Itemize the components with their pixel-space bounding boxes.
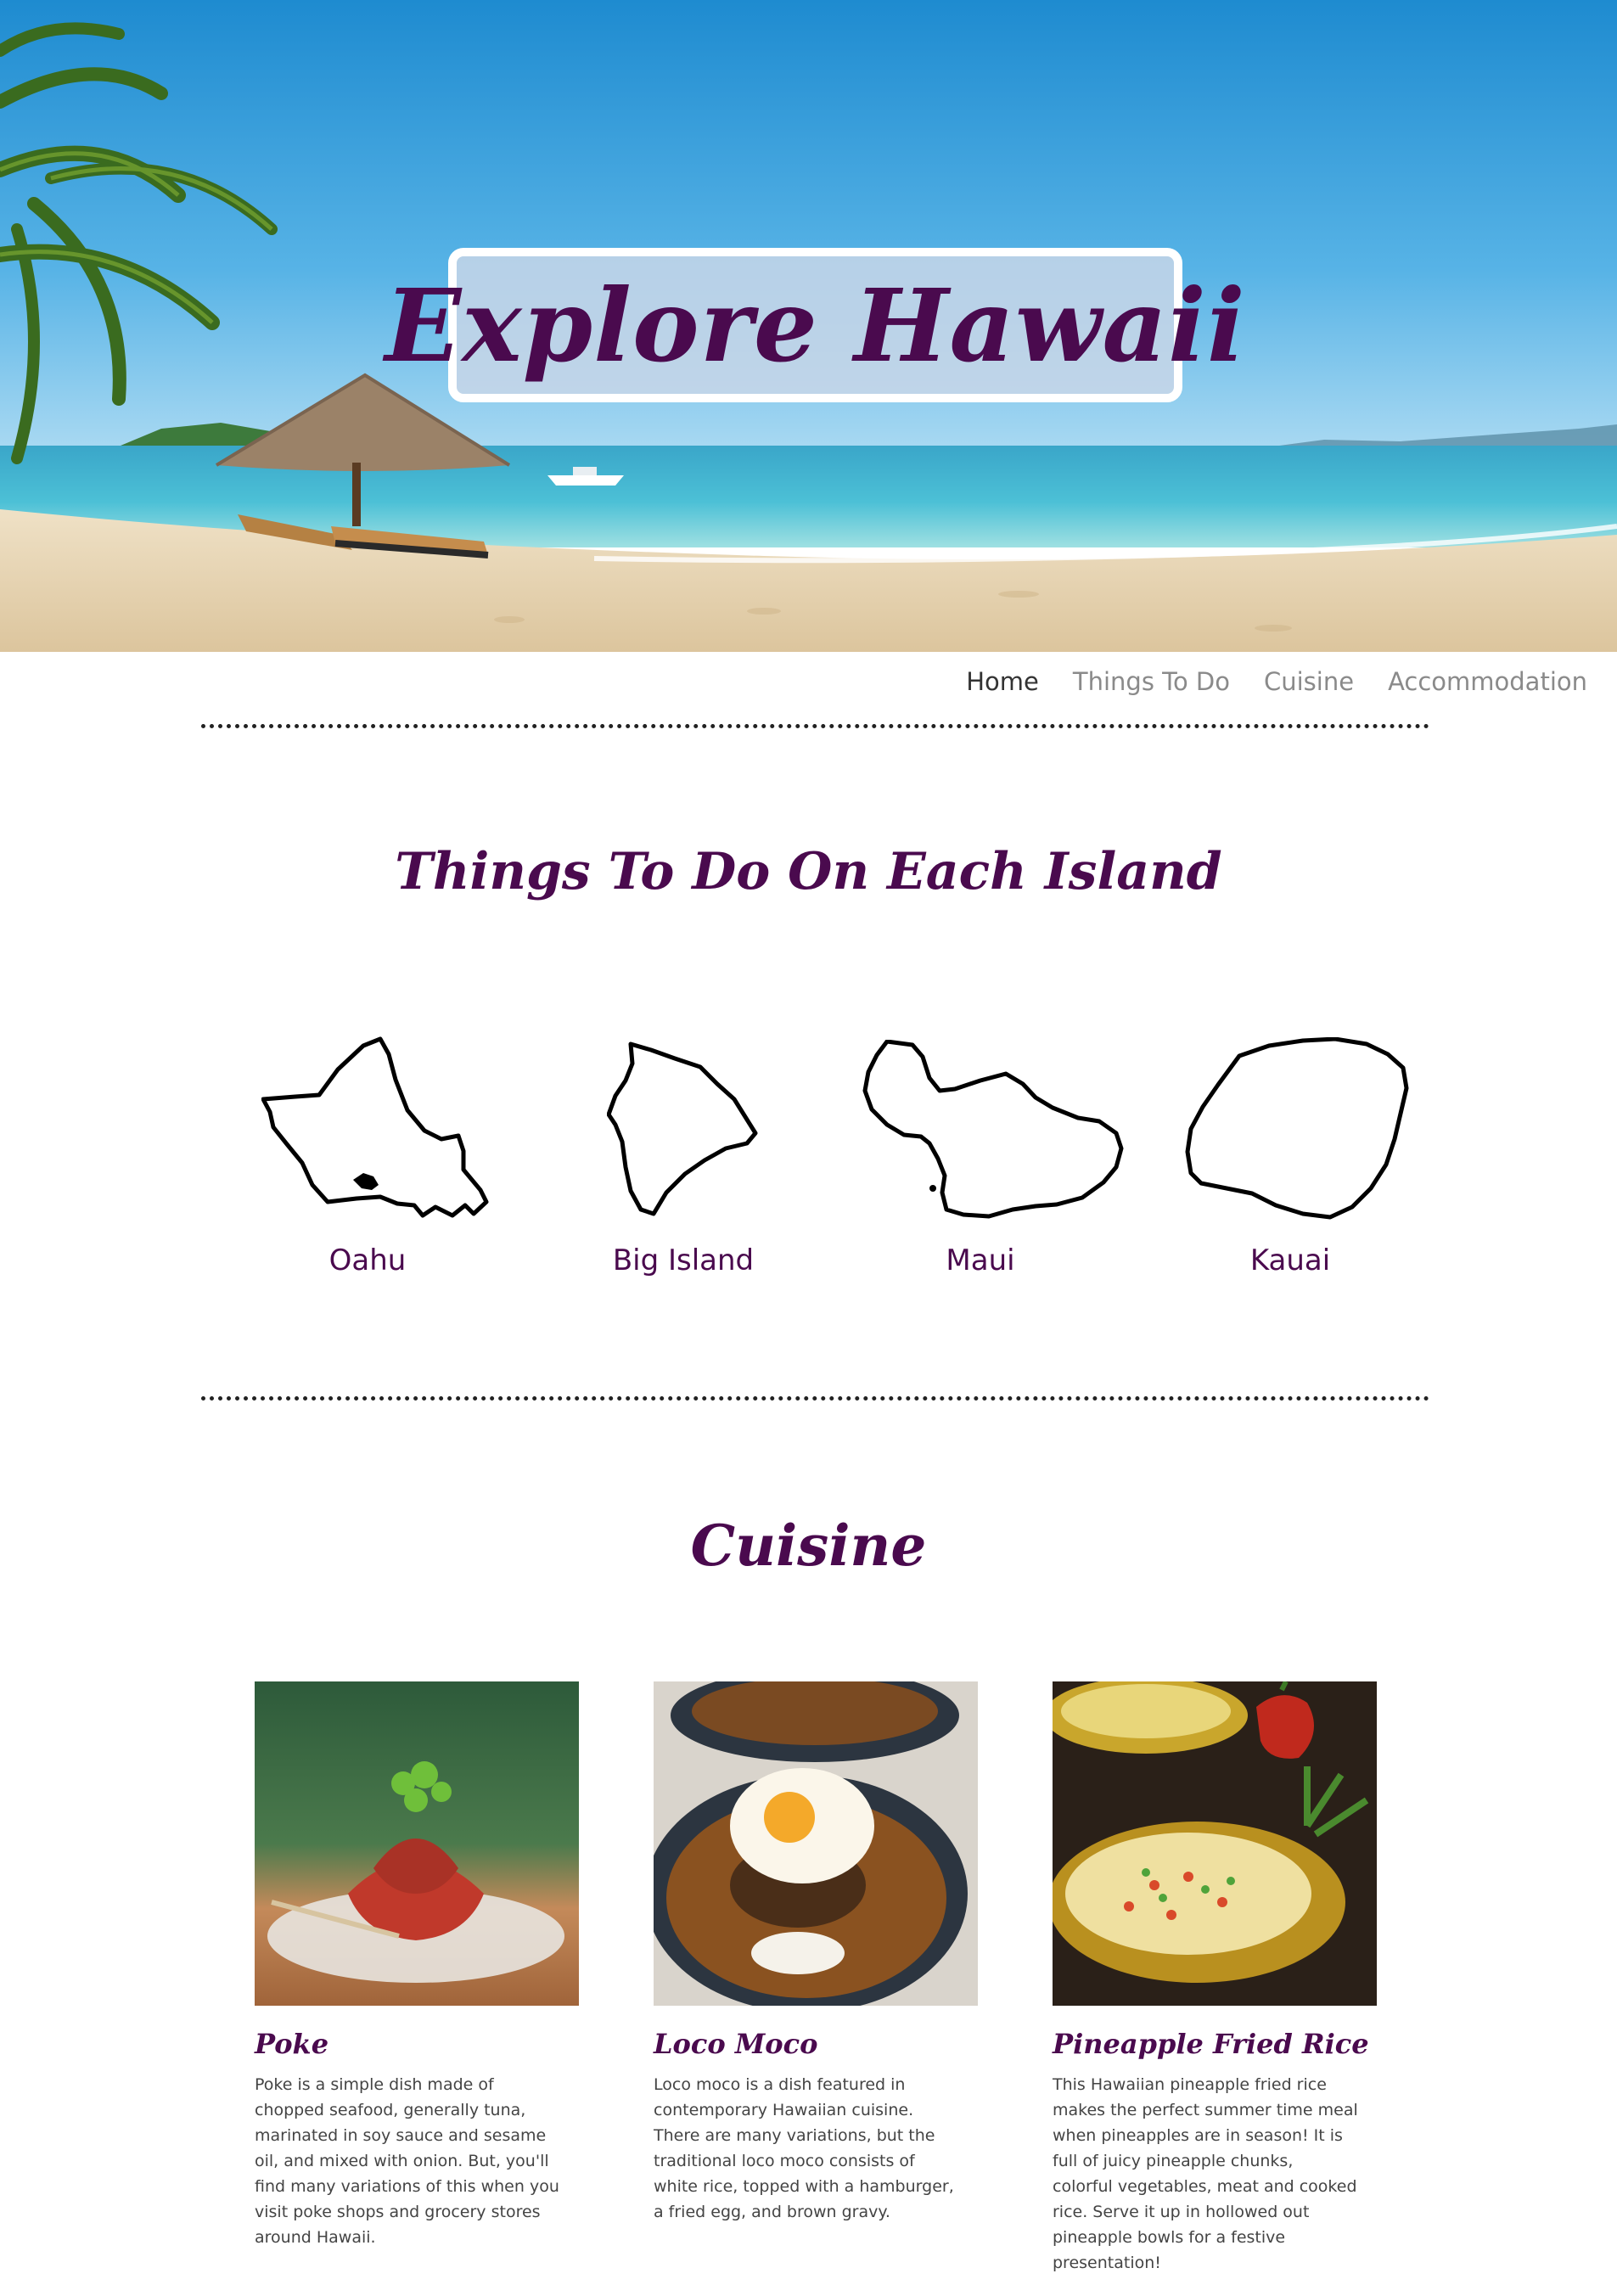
island-name: Big Island — [612, 1243, 755, 1277]
nav-accommodation-link[interactable]: Accommodation — [1388, 667, 1587, 696]
island-kauai[interactable]: Kauai — [1163, 1027, 1418, 1290]
loco-moco-photo[interactable] — [654, 1681, 978, 2006]
island-oahu[interactable]: Oahu — [240, 1027, 495, 1290]
dish-name: Poke — [255, 2028, 329, 2060]
nav-cuisine-link[interactable]: Cuisine — [1264, 667, 1354, 696]
site-title: Explore Hawaii — [385, 266, 1246, 385]
cuisine-heading: Cuisine — [690, 1513, 927, 1579]
dish-name: Loco Moco — [654, 2028, 818, 2060]
dish-name: Pineapple Fried Rice — [1053, 2028, 1369, 2060]
hero-banner: Explore Hawaii — [0, 0, 1617, 652]
island-name: Oahu — [328, 1243, 407, 1277]
dish-card-loco-moco: Loco Moco Loco moco is a dish featured i… — [654, 1681, 978, 2225]
island-maui[interactable]: Maui — [853, 1027, 1124, 1290]
island-name: Kauai — [1249, 1243, 1331, 1277]
dish-description: This Hawaiian pineapple fried rice makes… — [1053, 2075, 1358, 2272]
oahu-outline-icon — [261, 1036, 489, 1218]
main-nav: Home Things To Do Cuisine Accommodation — [966, 667, 1587, 696]
big-island-outline-icon — [607, 1041, 758, 1216]
section-divider — [201, 1396, 1429, 1401]
nav-things-to-do-link[interactable]: Things To Do — [1073, 667, 1230, 696]
dish-description: Poke is a simple dish made of chopped se… — [255, 2075, 559, 2247]
maui-outline-icon — [862, 1040, 1124, 1219]
things-to-do-heading: Things To Do On Each Island — [395, 842, 1222, 901]
dish-card-pineapple-fried-rice: Pineapple Fried Rice This Hawaiian pinea… — [1053, 1681, 1377, 2276]
nav-home-link[interactable]: Home — [966, 667, 1039, 696]
island-name: Maui — [946, 1243, 1015, 1277]
section-divider — [201, 724, 1429, 728]
poke-photo[interactable] — [255, 1681, 579, 2006]
pineapple-fried-rice-photo[interactable] — [1053, 1681, 1377, 2006]
dish-description: Loco moco is a dish featured in contempo… — [654, 2075, 954, 2221]
kauai-outline-icon — [1185, 1037, 1409, 1220]
dish-card-poke: Poke Poke is a simple dish made of chopp… — [255, 1681, 579, 2250]
site-title-box: Explore Hawaii — [385, 248, 1245, 402]
island-big-island[interactable]: Big Island — [556, 1027, 811, 1290]
